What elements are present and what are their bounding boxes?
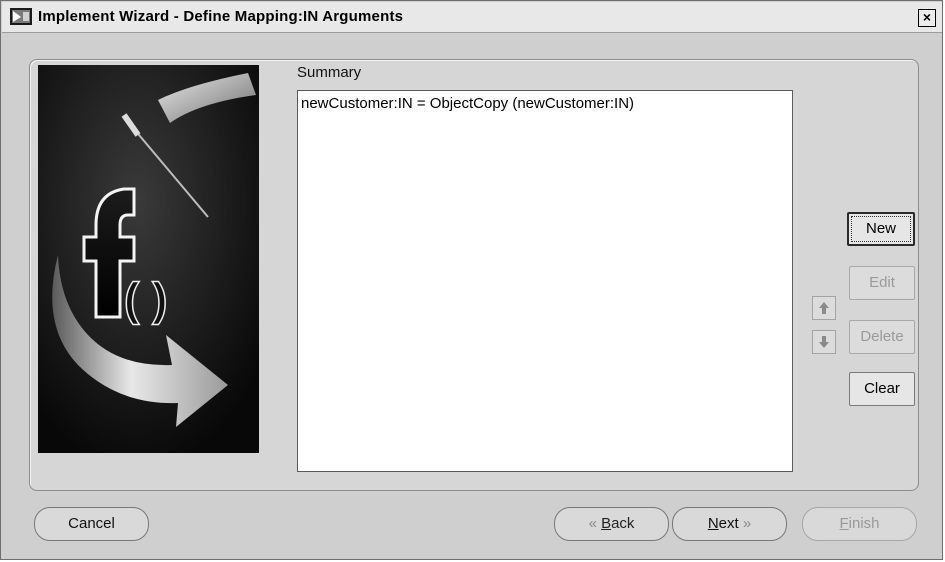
summary-list[interactable]: newCustomer:IN = ObjectCopy (newCustomer…	[297, 90, 793, 472]
title-bar: Implement Wizard - Define Mapping:IN Arg…	[2, 2, 942, 33]
function-illustration: ( )	[38, 65, 259, 453]
clear-button[interactable]: Clear	[849, 372, 915, 406]
back-button[interactable]: « Back	[554, 507, 669, 541]
next-button[interactable]: Next »	[672, 507, 787, 541]
move-down-button[interactable]	[812, 330, 836, 354]
wizard-window: Implement Wizard - Define Mapping:IN Arg…	[0, 0, 943, 560]
back-label-rest: ack	[611, 515, 635, 532]
back-mnemonic: B	[601, 515, 612, 532]
edit-button[interactable]: Edit	[849, 266, 915, 300]
next-mnemonic: N	[707, 515, 719, 532]
cancel-button[interactable]: Cancel	[34, 507, 149, 541]
finish-button[interactable]: Finish	[802, 507, 917, 541]
arrow-up-icon	[819, 302, 829, 314]
svg-text:( ): ( )	[124, 273, 167, 325]
finish-mnemonic: F	[839, 515, 849, 532]
delete-button[interactable]: Delete	[849, 320, 915, 354]
list-item[interactable]: newCustomer:IN = ObjectCopy (newCustomer…	[301, 95, 634, 112]
summary-label: Summary	[297, 64, 362, 81]
move-up-button[interactable]	[812, 296, 836, 320]
back-chevron-icon: «	[588, 515, 597, 532]
next-label-rest: ext	[718, 515, 739, 532]
app-icon	[10, 8, 32, 25]
new-button[interactable]: New	[847, 212, 915, 246]
window-title: Implement Wizard - Define Mapping:IN Arg…	[38, 8, 404, 25]
finish-label-rest: inish	[848, 515, 880, 532]
arrow-down-icon	[819, 336, 829, 348]
next-chevron-icon: »	[742, 515, 752, 532]
close-icon[interactable]: ×	[918, 9, 936, 27]
